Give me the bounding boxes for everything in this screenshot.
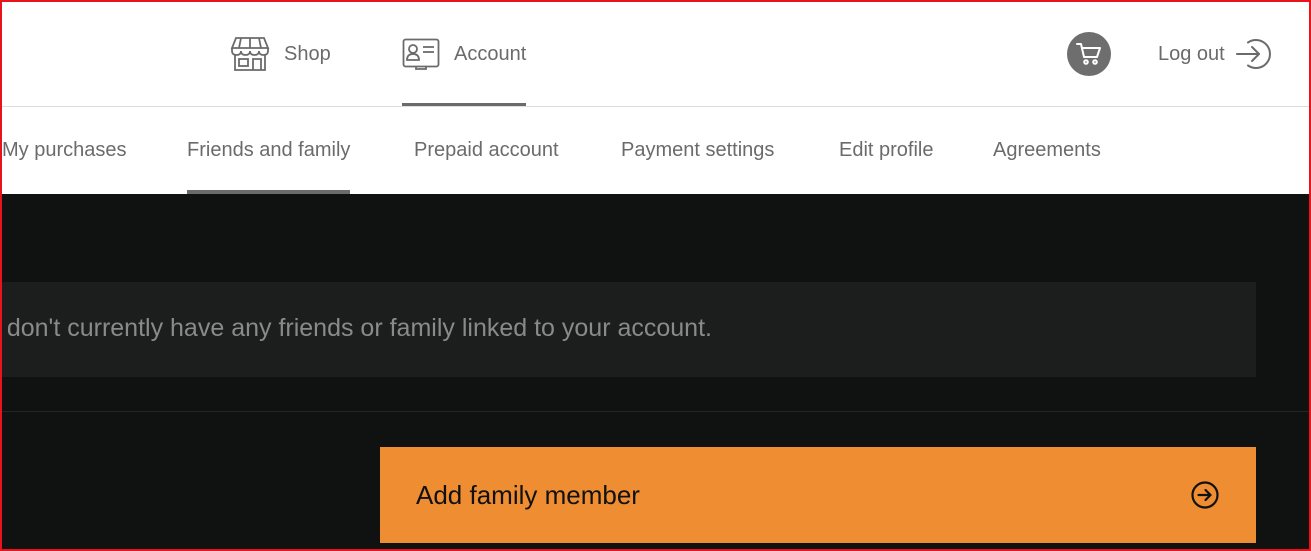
content-divider — [2, 411, 1309, 412]
logout-arrow-icon — [1235, 36, 1271, 72]
nav-shop[interactable]: Shop — [230, 2, 331, 106]
add-family-member-label: Add family member — [416, 479, 640, 510]
notice-text: u don't currently have any friends or fa… — [2, 314, 712, 342]
logout-button[interactable]: Log out — [1158, 36, 1271, 72]
app-frame: Shop Account Log out My purchases Friend… — [0, 0, 1311, 551]
nav-account[interactable]: Account — [402, 2, 527, 106]
tab-prepaid-account[interactable]: Prepaid account — [414, 107, 559, 194]
tab-agreements[interactable]: Agreements — [993, 107, 1101, 194]
nav-shop-label: Shop — [284, 42, 331, 65]
add-family-member-button[interactable]: Add family member — [380, 447, 1256, 543]
main-content: u don't currently have any friends or fa… — [2, 194, 1309, 549]
empty-state-notice: u don't currently have any friends or fa… — [2, 282, 1256, 377]
nav-account-label: Account — [454, 42, 527, 65]
tab-friends-and-family[interactable]: Friends and family — [187, 107, 351, 194]
cart-button[interactable] — [1067, 32, 1111, 76]
arrow-circle-right-icon — [1190, 480, 1220, 510]
tab-my-purchases[interactable]: My purchases — [2, 107, 127, 194]
tab-edit-profile[interactable]: Edit profile — [839, 107, 934, 194]
logout-label: Log out — [1158, 42, 1225, 65]
storefront-icon — [230, 36, 270, 72]
tab-payment-settings[interactable]: Payment settings — [621, 107, 774, 194]
top-header: Shop Account Log out — [2, 2, 1309, 106]
cart-icon — [1076, 42, 1102, 66]
id-card-icon — [402, 38, 440, 70]
account-subnav: My purchases Friends and family Prepaid … — [2, 107, 1309, 194]
